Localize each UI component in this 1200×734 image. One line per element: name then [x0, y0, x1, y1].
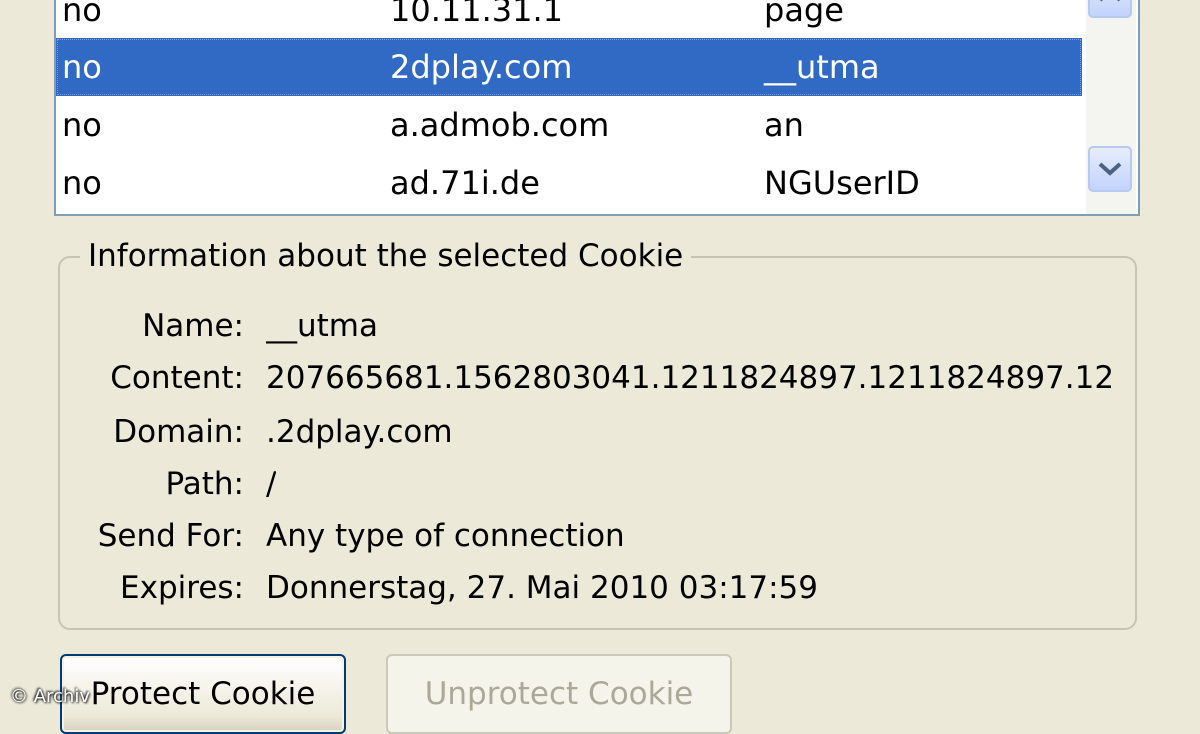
cookie-site-cell: 2dplay.com [390, 48, 573, 86]
scroll-up-button[interactable] [1088, 0, 1132, 18]
cookie-name-cell: NGUserID [764, 164, 920, 202]
cookie-site-cell: a.admob.com [390, 106, 610, 144]
domain-value: .2dplay.com [266, 414, 453, 450]
groupbox-title: Information about the selected Cookie [80, 236, 692, 276]
cookie-name-cell: page [764, 0, 844, 29]
path-value: / [266, 466, 277, 502]
cookie-blocked-cell: no [62, 106, 102, 144]
domain-label: Domain: [113, 414, 244, 450]
watermark: © Archiv [10, 686, 90, 707]
cookie-list-rows: no 10.11.31.1 page no 2dplay.com __utma … [56, 0, 1082, 212]
chevron-up-icon [1100, 0, 1120, 2]
cookie-site-cell: ad.71i.de [390, 164, 540, 202]
cookie-site-cell: 10.11.31.1 [390, 0, 564, 29]
expires-value: Donnerstag, 27. Mai 2010 03:17:59 [266, 570, 818, 606]
cookie-blocked-cell: no [62, 0, 102, 29]
content-label: Content: [110, 360, 244, 396]
expires-label: Expires: [120, 570, 244, 606]
protect-cookie-button[interactable]: Protect Cookie [60, 654, 346, 734]
send-for-value: Any type of connection [266, 518, 625, 554]
cookie-name-cell: an [764, 106, 804, 144]
chevron-down-icon [1098, 162, 1122, 176]
cookie-blocked-cell: no [62, 164, 102, 202]
cookie-list[interactable]: no 10.11.31.1 page no 2dplay.com __utma … [54, 0, 1140, 216]
cookie-row-selected[interactable]: no 2dplay.com __utma [56, 38, 1082, 96]
vertical-scrollbar[interactable] [1086, 0, 1136, 214]
path-label: Path: [165, 466, 244, 502]
scroll-down-button[interactable] [1088, 146, 1132, 192]
send-for-label: Send For: [97, 518, 244, 554]
cookie-row[interactable]: no a.admob.com an [56, 96, 1082, 154]
cookie-row[interactable]: no ad.71i.de NGUserID [56, 154, 1082, 212]
name-label: Name: [142, 308, 244, 344]
cookie-blocked-cell: no [62, 48, 102, 86]
content-value: 207665681.1562803041.1211824897.12118248… [266, 360, 1115, 396]
cookie-row[interactable]: no 10.11.31.1 page [56, 0, 1082, 38]
name-value: __utma [266, 308, 378, 344]
unprotect-cookie-button[interactable]: Unprotect Cookie [386, 654, 732, 734]
cookie-name-cell: __utma [764, 48, 880, 86]
